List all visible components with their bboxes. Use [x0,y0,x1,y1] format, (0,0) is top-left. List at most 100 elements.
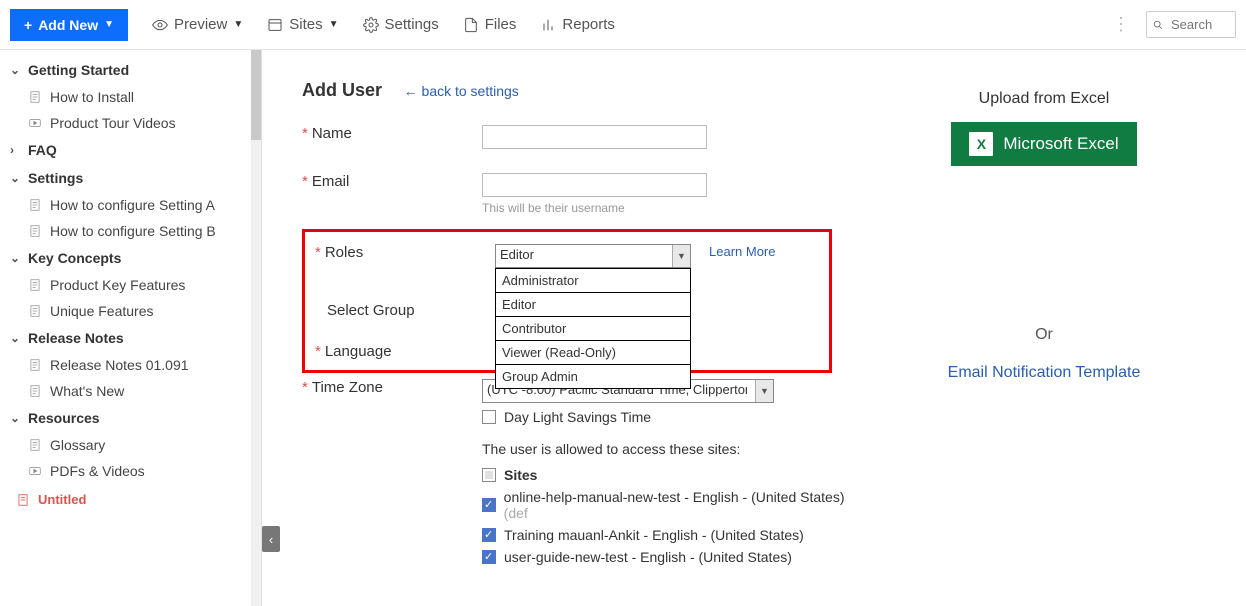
doc-icon [28,278,42,292]
reports-menu[interactable]: Reports [540,16,615,33]
sidebar-section-label: Key Concepts [28,250,121,266]
sidebar-item[interactable]: Unique Features [6,298,261,324]
settings-label: Settings [385,16,439,33]
site-checkbox[interactable] [482,528,496,542]
more-icon[interactable]: ⋮ [1112,14,1130,35]
untitled-label: Untitled [38,492,86,507]
sidebar-item-label: Unique Features [50,303,154,319]
doc-icon [28,438,42,452]
add-new-button[interactable]: + Add New ▼ [10,9,128,41]
sidebar-item[interactable]: Product Tour Videos [6,110,261,136]
sidebar-section[interactable]: ⌄Key Concepts [6,244,261,272]
doc-icon [28,304,42,318]
sidebar-section-label: Settings [28,170,83,186]
gear-icon [363,17,379,33]
sidebar-section[interactable]: › FAQ [6,136,261,164]
sidebar-item[interactable]: PDFs & Videos [6,458,261,484]
roles-label: *Roles [315,244,495,261]
email-input[interactable] [482,173,707,197]
window-icon [267,17,283,33]
sidebar-section[interactable]: ⌄Resources [6,404,261,432]
role-option-administrator[interactable]: Administrator [496,269,690,293]
sidebar-item-untitled[interactable]: Untitled [6,484,261,515]
file-icon [463,17,479,33]
daylight-checkbox[interactable] [482,410,496,424]
caret-down-icon: ▼ [329,19,339,30]
site-checkbox[interactable] [482,550,496,564]
site-label: online-help-manual-new-test - English - … [504,489,862,521]
reports-label: Reports [562,16,615,33]
sidebar-item[interactable]: How to Install [6,84,261,110]
sidebar-item[interactable]: How to configure Setting A [6,192,261,218]
preview-menu[interactable]: Preview ▼ [152,16,243,33]
search-icon [1153,18,1163,32]
settings-menu[interactable]: Settings [363,16,439,33]
role-option-editor[interactable]: Editor [496,293,690,317]
email-hint: This will be their username [482,201,707,215]
search-box[interactable] [1146,11,1236,38]
email-template-link[interactable]: Email Notification Template [862,364,1226,382]
topbar: + Add New ▼ Preview ▼ Sites ▼ Settings F… [0,0,1246,50]
role-option-viewer[interactable]: Viewer (Read-Only) [496,341,690,365]
chevron-down-icon: ▼ [672,245,690,267]
doc-icon [28,90,42,104]
scrollbar-thumb[interactable] [251,50,261,140]
chevron-icon: ⌄ [10,171,24,185]
chevron-left-icon: ‹ [269,532,273,547]
sidebar-item[interactable]: What's New [6,378,261,404]
role-option-group-admin[interactable]: Group Admin [496,365,690,388]
plus-icon: + [24,17,32,33]
sidebar-item-label: How to Install [50,89,134,105]
sidebar-section[interactable]: ⌄Release Notes [6,324,261,352]
sidebar-section-label: FAQ [28,142,57,158]
doc-icon [28,224,42,238]
sidebar-item-label: Product Key Features [50,277,185,293]
sidebar-section[interactable]: ⌄Getting Started [6,56,261,84]
sidebar-item[interactable]: Product Key Features [6,272,261,298]
role-option-contributor[interactable]: Contributor [496,317,690,341]
upload-heading: Upload from Excel [862,90,1226,108]
content: Add User ← back to settings *Name *Email… [262,50,1246,606]
name-input[interactable] [482,125,707,149]
site-label: Training mauanl-Ankit - English - (Unite… [504,527,804,543]
learn-more-link[interactable]: Learn More [709,244,775,259]
collapse-sidebar-button[interactable]: ‹ [262,526,280,552]
roles-select[interactable]: Editor ▼ [495,244,691,268]
back-link[interactable]: ← back to settings [404,83,519,99]
sidebar-section[interactable]: ⌄ Settings [6,164,261,192]
doc-icon [28,358,42,372]
timezone-label: *Time Zone [302,379,482,396]
eye-icon [152,17,168,33]
video-icon [28,464,42,478]
page-title: Add User [302,80,382,101]
sites-menu[interactable]: Sites ▼ [267,16,338,33]
sidebar-item[interactable]: Release Notes 01.091 [6,352,261,378]
select-group-label: Select Group [315,302,495,319]
sidebar-item-label: Glossary [50,437,105,453]
sidebar-item-label: What's New [50,383,124,399]
site-label: user-guide-new-test - English - (United … [504,549,792,565]
doc-icon [28,384,42,398]
sites-label: Sites [504,467,537,483]
sidebar-item[interactable]: How to configure Setting B [6,218,261,244]
caret-down-icon: ▼ [104,19,114,30]
site-checkbox[interactable] [482,498,496,512]
excel-icon: X [969,132,993,156]
sites-all-checkbox[interactable] [482,468,496,482]
chevron-icon: ⌄ [10,63,24,77]
files-menu[interactable]: Files [463,16,517,33]
roles-highlight-box: *Roles Editor ▼ Administrator Editor Con… [302,229,832,373]
daylight-label: Day Light Savings Time [504,409,651,425]
excel-button[interactable]: X Microsoft Excel [951,122,1136,166]
chart-icon [540,17,556,33]
or-separator: Or [862,326,1226,344]
search-input[interactable] [1169,16,1229,33]
sidebar-item[interactable]: Glossary [6,432,261,458]
roles-selected-value: Editor [500,247,534,262]
doc-icon [16,493,30,507]
chevron-down-icon: ▼ [755,380,773,402]
email-label: *Email [302,173,482,190]
sidebar-item-label: PDFs & Videos [50,463,145,479]
chevron-icon: › [10,143,24,157]
files-label: Files [485,16,517,33]
